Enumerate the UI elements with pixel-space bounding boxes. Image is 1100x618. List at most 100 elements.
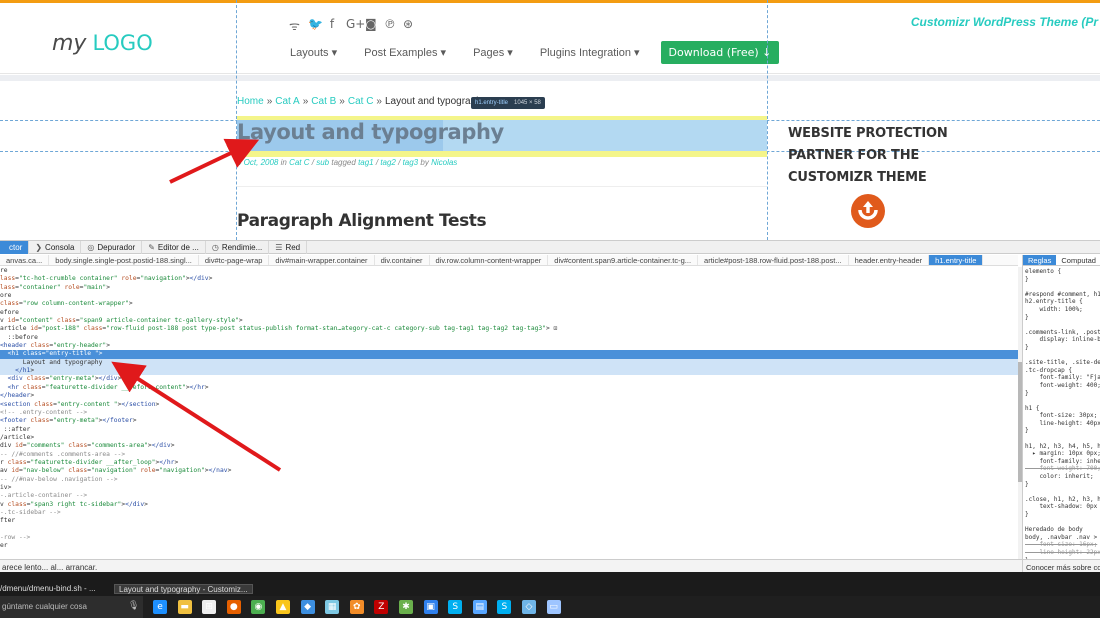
devtools-tab-debugger[interactable]: ◎ Depurador xyxy=(81,241,143,254)
dropbox-icon[interactable]: ◆ xyxy=(300,600,315,614)
markup-node-line[interactable]: r class="featurette-divider __after_loop… xyxy=(0,459,1018,467)
instagram-icon[interactable]: ◙ xyxy=(365,17,377,34)
chrome-icon[interactable]: ◉ xyxy=(251,600,266,614)
node-breadcrumb-item[interactable]: div#content.span9.article-container.tc-g… xyxy=(548,255,699,265)
markup-node-line[interactable] xyxy=(0,526,1018,534)
markup-node-line[interactable]: ore xyxy=(0,292,1018,300)
markup-node-line[interactable]: v class="span3 right tc-sidebar"></div> xyxy=(0,501,1018,509)
meta-subcategory[interactable]: sub xyxy=(316,158,329,167)
markup-node-line[interactable]: class="row column-content-wrapper"> xyxy=(0,300,1018,308)
skype-icon[interactable]: S xyxy=(448,600,463,614)
markup-node-line[interactable]: /article> xyxy=(0,434,1018,442)
markup-node-line[interactable]: <header class="entry-header"> xyxy=(0,342,1018,350)
breadcrumb-item-1[interactable]: Home xyxy=(237,96,264,107)
markup-node-line[interactable]: -- //#comments .comments-area --> xyxy=(0,451,1018,459)
markup-node-line[interactable]: v id="content" class="span9 article-cont… xyxy=(0,317,1018,325)
nav-item-1[interactable]: Layouts ▾ xyxy=(290,46,337,59)
markup-node-line[interactable]: re xyxy=(0,267,1018,275)
facebook-icon[interactable]: f xyxy=(327,17,337,34)
markup-node-line[interactable]: <section class="entry-content "></sectio… xyxy=(0,401,1018,409)
meta-tag-2[interactable]: tag2 xyxy=(380,158,396,167)
css-rule-line: ▸ margin: 10px 0px; xyxy=(1025,450,1100,458)
pictures-icon[interactable]: ▦ xyxy=(325,600,340,614)
rules-tab-2[interactable]: Computad xyxy=(1056,255,1100,265)
twitter-icon[interactable]: 🐦 xyxy=(308,17,323,34)
rules-tab-1[interactable]: Reglas xyxy=(1023,255,1057,265)
task-browser[interactable]: Layout and typography - Customiz... xyxy=(114,584,253,594)
site-logo[interactable]: my LOGO xyxy=(52,31,153,56)
markup-node-line[interactable]: av id="nav-below" class="navigation" rol… xyxy=(0,467,1018,475)
rss-icon[interactable]: ᯤ xyxy=(289,17,300,34)
node-breadcrumb-item[interactable]: article#post-188.row-fluid.post-188.post… xyxy=(698,255,849,265)
vm-icon[interactable]: ▣ xyxy=(423,600,438,614)
markup-node-line[interactable]: <footer class="entry-meta"></footer> xyxy=(0,417,1018,425)
markup-node-line[interactable]: article id="post-188" class="row-fluid p… xyxy=(0,325,1018,333)
markup-node-line[interactable]: ::after xyxy=(0,426,1018,434)
site-tagline[interactable]: Customizr WordPress Theme (Pr xyxy=(911,15,1098,29)
breadcrumb-item-4[interactable]: Cat C xyxy=(348,96,374,107)
cortana-search-box[interactable]: gúntame cualquier cosa 🎙 xyxy=(0,596,143,618)
node-breadcrumb-item[interactable]: body.single.single-post.postid-188.singl… xyxy=(49,255,199,265)
store-icon[interactable]: ⊞ xyxy=(202,600,217,614)
node-breadcrumb-item[interactable]: div#main-wrapper.container xyxy=(269,255,375,265)
node-breadcrumb-item[interactable]: div.container xyxy=(375,255,430,265)
markup-node-line[interactable]: -.tc-sidebar --> xyxy=(0,509,1018,517)
meta-category[interactable]: Cat C xyxy=(289,158,309,167)
markup-node-line[interactable]: Layout and typography xyxy=(0,358,1018,368)
devtools-tab-network[interactable]: ☰ Red xyxy=(269,241,308,254)
markup-node-selected[interactable]: <h1 class="entry-title "> xyxy=(0,350,1018,359)
node-breadcrumb-item[interactable]: anvas.ca... xyxy=(0,255,50,265)
markup-node-line[interactable]: </header> xyxy=(0,392,1018,400)
node-breadcrumb-item[interactable]: div#tc-page-wrap xyxy=(199,255,270,265)
devtools-tab-inspector[interactable]: ctor xyxy=(0,241,30,254)
devtools-tab-style-editor[interactable]: ✎ Editor de ... xyxy=(142,241,206,254)
markup-node-line[interactable]: <!-- .entry-content --> xyxy=(0,409,1018,417)
node-breadcrumb-item[interactable]: div.row.column-content-wrapper xyxy=(430,255,549,265)
markup-node-line[interactable]: ::before xyxy=(0,334,1018,342)
photo-icon[interactable]: ▤ xyxy=(472,600,487,614)
devtools-tab-performance[interactable]: ◷ Rendimie... xyxy=(206,241,270,254)
breadcrumb-item-2[interactable]: Cat A xyxy=(275,96,299,107)
nav-item-4[interactable]: Plugins Integration ▾ xyxy=(540,46,640,59)
devtools-tab-console[interactable]: ❯ Consola xyxy=(29,241,82,254)
skype-2-icon[interactable]: S xyxy=(497,600,512,614)
filezilla-icon[interactable]: Z xyxy=(374,600,389,614)
meta-author[interactable]: Nicolas xyxy=(431,158,457,167)
markup-node-line[interactable]: -row --> xyxy=(0,534,1018,542)
meta-tag-3[interactable]: tag3 xyxy=(403,158,419,167)
markup-node-line[interactable]: -- //#nav-below .navigation --> xyxy=(0,476,1018,484)
markup-node-line[interactable]: -.article-container --> xyxy=(0,492,1018,500)
microphone-icon[interactable]: 🎙 xyxy=(128,601,139,611)
node-breadcrumb-item[interactable]: header.entry-header xyxy=(849,255,930,265)
markup-node-line[interactable]: efore xyxy=(0,309,1018,317)
nav-item-2[interactable]: Post Examples ▾ xyxy=(364,46,446,59)
nav-item-3[interactable]: Pages ▾ xyxy=(473,46,513,59)
app-icon[interactable]: ✿ xyxy=(349,600,364,614)
markup-node-line[interactable]: er xyxy=(0,542,1018,550)
task-terminal[interactable]: /dmenu/dmenu-bind.sh - ... xyxy=(0,584,96,594)
breadcrumb-item-3[interactable]: Cat B xyxy=(311,96,336,107)
dribbble-icon[interactable]: ⊛ xyxy=(403,17,413,34)
css-rule-line: .close, h1, h2, h3, h xyxy=(1025,495,1100,503)
file-explorer-icon[interactable]: ▬ xyxy=(177,600,192,614)
markup-node-line[interactable]: lass="tc-hot-crumble container" role="na… xyxy=(0,275,1018,283)
markup-node-line[interactable]: </h1> xyxy=(0,367,1018,376)
meta-date[interactable]: 4 Oct, 2008 xyxy=(237,158,278,167)
tools-icon[interactable]: ✱ xyxy=(399,600,413,614)
download-button[interactable]: Download (Free) ↓ xyxy=(660,41,780,64)
monitor-icon[interactable]: ▭ xyxy=(546,600,561,614)
markup-node-line[interactable]: <div class="entry-meta"></div> xyxy=(0,375,1018,383)
edge-icon[interactable]: e xyxy=(153,600,167,614)
drive-icon[interactable]: ▲ xyxy=(276,600,290,614)
markup-node-line[interactable]: <hr class="featurette-divider __before_c… xyxy=(0,384,1018,392)
virtualbox-icon[interactable]: ◇ xyxy=(522,600,536,614)
firefox-icon[interactable]: ● xyxy=(226,600,241,614)
google-plus-icon[interactable]: G+ xyxy=(346,17,365,34)
pinterest-icon[interactable]: ℗ xyxy=(384,17,396,34)
node-breadcrumb-item[interactable]: h1.entry-title xyxy=(929,255,984,265)
markup-node-line[interactable]: fter xyxy=(0,517,1018,525)
markup-node-line[interactable]: div id="comments" class="comments-area">… xyxy=(0,442,1018,450)
markup-node-line[interactable]: iv> xyxy=(0,484,1018,492)
meta-tag-1[interactable]: tag1 xyxy=(358,158,374,167)
markup-node-line[interactable]: lass="container" role="main"> xyxy=(0,284,1018,292)
